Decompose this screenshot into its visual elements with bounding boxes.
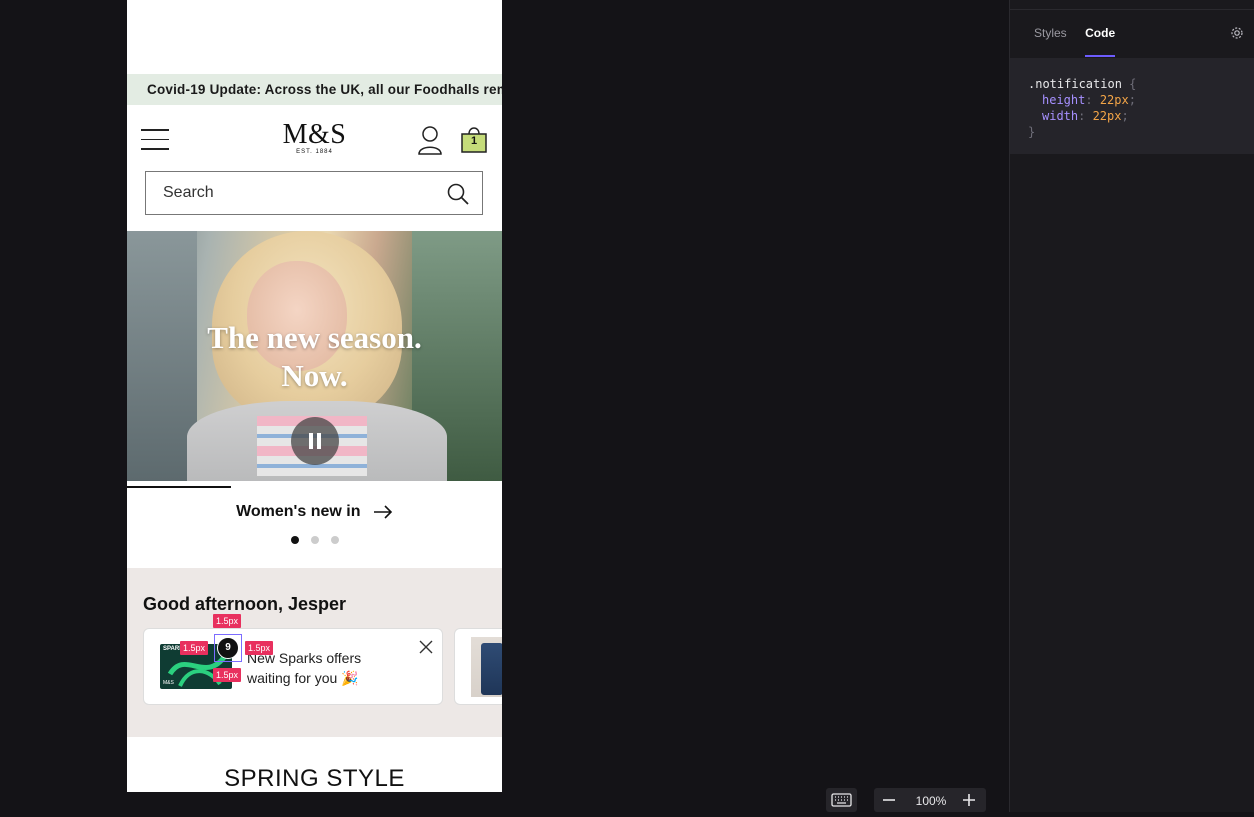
sparks-offers-card[interactable]: SPARKS M&S New Sparks offers waiting for… xyxy=(143,628,443,705)
search-placeholder: Search xyxy=(163,184,214,201)
carousel-dot[interactable] xyxy=(330,536,339,544)
code-block[interactable]: .notification { height: 22px; width: 22p… xyxy=(1010,58,1254,154)
womens-new-in-link[interactable]: Women's new in xyxy=(127,503,502,521)
link-label: Women's new in xyxy=(236,503,361,520)
close-icon[interactable] xyxy=(418,639,434,655)
tab-code[interactable]: Code xyxy=(1085,26,1116,57)
zoom-in-icon[interactable] xyxy=(961,792,977,808)
message-line2: waiting for you 🎉 xyxy=(247,670,359,686)
code-prop-value: 22 xyxy=(1092,109,1108,123)
arrow-right-icon xyxy=(373,505,393,519)
code-prop-unit: px xyxy=(1107,109,1122,123)
logo-text: M&S xyxy=(282,119,347,150)
keyboard-icon xyxy=(831,793,852,807)
code-prop-unit: px xyxy=(1114,93,1129,107)
logo-est: EST. 1884 xyxy=(296,149,333,155)
measure-label-right: 1.5px xyxy=(245,641,274,655)
code-prop-name: width xyxy=(1042,109,1079,123)
card-logo: M&S xyxy=(163,680,174,686)
search-input[interactable]: Search xyxy=(145,171,483,215)
zoom-out-icon[interactable] xyxy=(881,792,897,808)
zoom-level[interactable]: 100% xyxy=(904,794,958,808)
site-header: M&S EST. 1884 1 xyxy=(127,105,502,169)
measure-label-bottom: 1.5px xyxy=(213,668,242,682)
inspector-panel: Styles Code .notification { height: 22px… xyxy=(1009,0,1254,812)
section-title: SPRING STYLE xyxy=(224,765,405,792)
carousel-dot[interactable] xyxy=(290,536,299,544)
code-prop-value: 22 xyxy=(1099,93,1115,107)
tab-styles[interactable]: Styles xyxy=(1034,26,1067,55)
pause-button[interactable] xyxy=(291,417,339,465)
keyboard-shortcuts-button[interactable] xyxy=(826,788,857,812)
carousel-dot[interactable] xyxy=(310,536,319,544)
product-card[interactable] xyxy=(454,628,502,705)
carousel-progress xyxy=(127,486,231,488)
status-area xyxy=(127,0,502,74)
jeans-image xyxy=(471,637,502,697)
carousel-dots xyxy=(127,536,502,544)
measure-label-top: 1.5px xyxy=(213,614,242,628)
zoom-control: 100% xyxy=(874,788,986,812)
hero-title: The new season. Now. xyxy=(127,319,502,395)
search-icon[interactable] xyxy=(446,182,470,206)
basket-count: 1 xyxy=(470,135,478,147)
notification-badge[interactable]: 9 xyxy=(217,637,239,659)
account-icon[interactable] xyxy=(417,125,443,155)
hero-title-line2: Now. xyxy=(281,358,348,393)
measure-label-left: 1.5px xyxy=(180,641,209,655)
code-prop-name: height xyxy=(1042,93,1086,107)
ms-logo[interactable]: M&S EST. 1884 xyxy=(127,119,502,156)
gear-icon[interactable] xyxy=(1230,26,1244,40)
hero-title-line1: The new season. xyxy=(207,320,422,355)
mobile-frame: Covid-19 Update: Across the UK, all our … xyxy=(127,0,502,792)
design-canvas: Covid-19 Update: Across the UK, all our … xyxy=(0,0,1009,812)
basket-icon[interactable]: 1 xyxy=(459,124,489,154)
covid-banner[interactable]: Covid-19 Update: Across the UK, all our … xyxy=(127,74,502,105)
code-selector: .notification xyxy=(1028,77,1122,91)
hero-banner[interactable]: The new season. Now. xyxy=(127,231,502,481)
greeting-text: Good afternoon, Jesper xyxy=(143,594,347,614)
panel-tabs: Styles Code xyxy=(1034,24,1129,57)
